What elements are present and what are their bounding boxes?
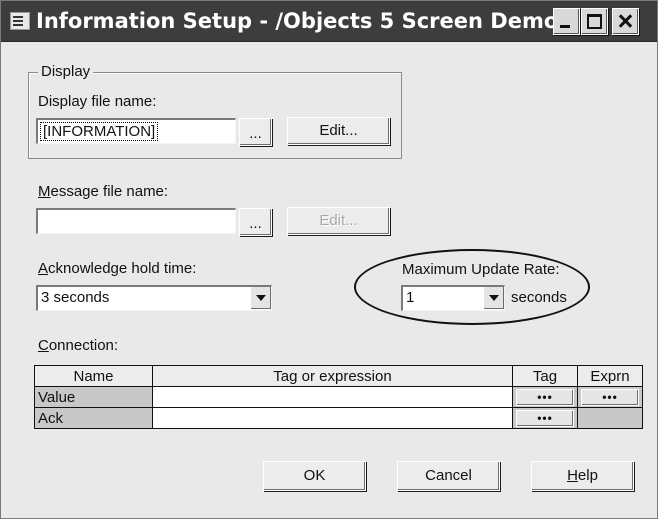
cancel-button[interactable]: Cancel [397,461,500,491]
display-file-value: [INFORMATION] [40,122,159,141]
row-name-cell: Ack [34,407,153,429]
acknowledge-hold-time-label: Acknowledge hold time: [38,260,197,277]
row-name-cell: Value [34,386,153,408]
help-button[interactable]: Help [531,461,634,491]
tag-browse-button[interactable]: ••• [512,386,578,408]
expression-browse-button[interactable]: ••• [577,386,643,408]
empty-cell [577,407,643,429]
message-file-input[interactable] [36,208,236,234]
column-header-tag: Tag [512,365,578,387]
chevron-down-icon[interactable] [483,287,504,309]
title-bar[interactable]: Information Setup - /Objects 5 Screen De… [1,1,657,42]
max-update-rate-select[interactable]: 1 [401,285,505,311]
table-header-row: Name Tag or expression Tag Exprn [34,365,643,387]
display-file-label: Display file name: [38,93,157,110]
acknowledge-hold-time-value: 3 seconds [41,289,110,306]
expression-cell[interactable] [152,386,513,408]
connection-label: Connection: [38,337,119,354]
maximize-button[interactable] [581,8,608,35]
display-file-input[interactable]: [INFORMATION] [36,118,236,144]
column-header-tag-or-expression: Tag or expression [152,365,513,387]
table-row: Ack ••• [34,407,643,429]
display-group-label: Display [38,63,94,80]
max-update-rate-value: 1 [406,289,415,306]
expression-cell[interactable] [152,407,513,429]
display-browse-button[interactable]: ... [239,118,272,146]
column-header-exprn: Exprn [577,365,643,387]
minimize-button[interactable] [553,8,580,35]
connection-table: Name Tag or expression Tag Exprn Value •… [34,365,643,429]
acknowledge-hold-time-select[interactable]: 3 seconds [36,285,272,311]
max-update-rate-unit: seconds [511,289,567,306]
tag-browse-button[interactable]: ••• [512,407,578,429]
display-edit-button[interactable]: Edit... [287,117,390,145]
message-browse-button[interactable]: ... [239,208,272,236]
chevron-down-icon[interactable] [250,287,271,309]
close-button[interactable] [612,8,639,35]
column-header-name: Name [34,365,153,387]
message-file-label: Message file name: [38,183,169,200]
table-row: Value ••• ••• [34,386,643,408]
max-update-rate-label: Maximum Update Rate: [402,261,560,278]
dialog-app-icon [10,12,30,30]
display-groupbox [28,72,402,159]
ok-button[interactable]: OK [263,461,366,491]
message-edit-button[interactable]: Edit... [287,207,390,235]
window-title: Information Setup - /Objects 5 Screen De… [36,9,566,33]
information-setup-dialog: Information Setup - /Objects 5 Screen De… [0,0,658,519]
